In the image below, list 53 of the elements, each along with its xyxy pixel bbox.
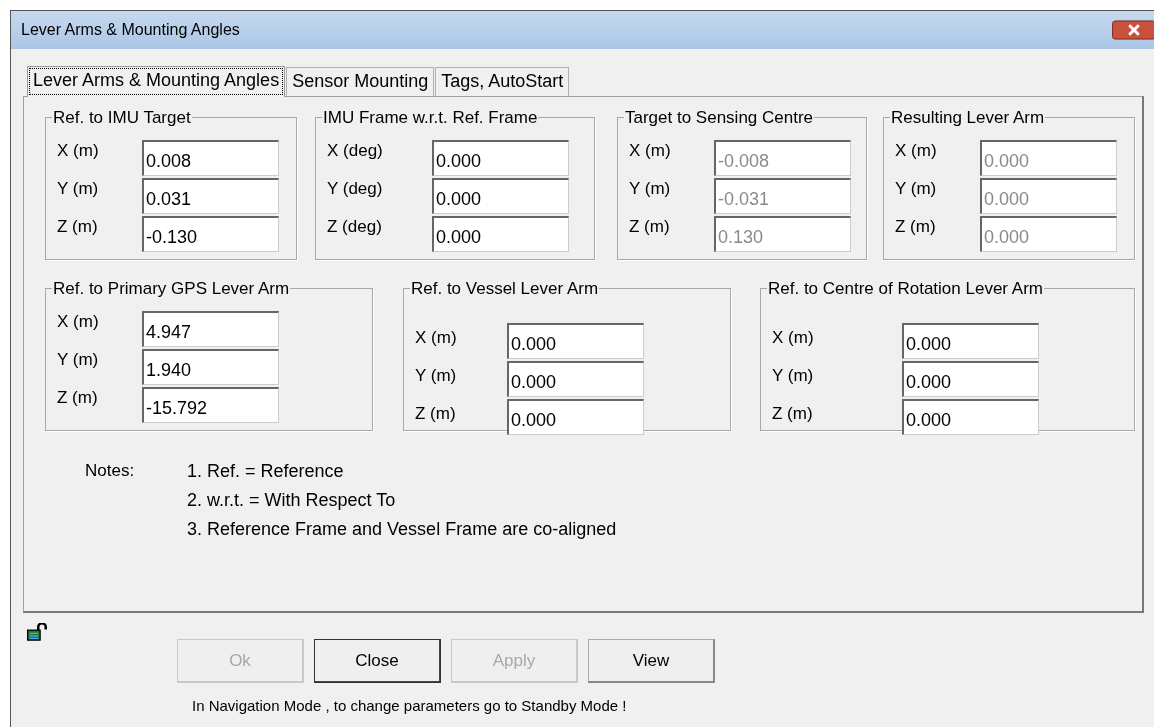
field-label: Y (m)	[772, 365, 815, 387]
unlocked-padlock-icon	[27, 623, 47, 641]
input-field[interactable]: 4.947	[142, 311, 279, 347]
input-field[interactable]: 0.000	[507, 399, 644, 435]
input-field[interactable]: -15.792	[142, 387, 279, 423]
input-field[interactable]: 0.000	[902, 323, 1039, 359]
field-label: Y (m)	[57, 349, 100, 371]
field-label: X (m)	[895, 140, 938, 162]
input-field[interactable]: 0.000	[507, 323, 644, 359]
field-label: Z (m)	[629, 216, 671, 238]
input-field[interactable]: -0.130	[142, 216, 279, 252]
group-title: Resulting Lever Arm	[890, 108, 1046, 128]
group-title: Target to Sensing Centre	[624, 108, 815, 128]
field-label: Y (m)	[895, 178, 938, 200]
field-label: Y (deg)	[327, 178, 384, 200]
input-field[interactable]: 0.031	[142, 178, 279, 214]
field-label: X (m)	[57, 311, 100, 333]
window-title: Lever Arms & Mounting Angles	[21, 21, 240, 39]
input-field[interactable]: 0.000	[507, 361, 644, 397]
dialog-button[interactable]: Close	[314, 639, 441, 683]
field-label: X (m)	[57, 140, 100, 162]
note-text: 2. w.r.t. = With Respect To	[187, 490, 397, 510]
field-label: X (m)	[772, 327, 815, 349]
notes-label: Notes:	[85, 461, 136, 482]
tab[interactable]: Lever Arms & Mounting Angles	[27, 66, 286, 97]
field-label: Y (m)	[57, 178, 100, 200]
input-field[interactable]: 0.008	[142, 140, 279, 176]
note-text: 3. Reference Frame and Vessel Frame are co-aligned	[187, 519, 617, 539]
dialog-button[interactable]: View	[588, 639, 715, 683]
field-label: Z (deg)	[327, 216, 383, 238]
field-label: Z (m)	[895, 216, 937, 238]
field-label: Y (m)	[629, 178, 672, 200]
field-label: X (deg)	[327, 140, 384, 162]
field-label: Z (m)	[415, 403, 457, 425]
input-field[interactable]: 0.000	[432, 140, 569, 176]
input-field[interactable]: 0.000	[902, 399, 1039, 435]
input-field[interactable]: 1.940	[142, 349, 279, 385]
group-title: Ref. to Primary GPS Lever Arm	[52, 279, 291, 299]
field-label: Z (m)	[57, 387, 99, 409]
close-icon[interactable]	[1112, 20, 1154, 40]
input-field[interactable]: 0.000	[902, 361, 1039, 397]
field-label: X (m)	[415, 327, 458, 349]
field-label: X (m)	[629, 140, 672, 162]
status-message: In Navigation Mode , to change parameters go to Standby Mode !	[192, 697, 628, 714]
field-label: Y (m)	[415, 365, 458, 387]
input-field[interactable]: 0.000	[432, 178, 569, 214]
tab[interactable]: Tags, AutoStart	[435, 67, 570, 96]
group-title: Ref. to IMU Target	[52, 108, 192, 128]
input-field[interactable]: 0.000	[432, 216, 569, 252]
field-label: Z (m)	[772, 403, 814, 425]
note-text: 1. Ref. = Reference	[187, 461, 345, 481]
field-label: Z (m)	[57, 216, 99, 238]
tab[interactable]: Sensor Mounting	[286, 67, 435, 96]
